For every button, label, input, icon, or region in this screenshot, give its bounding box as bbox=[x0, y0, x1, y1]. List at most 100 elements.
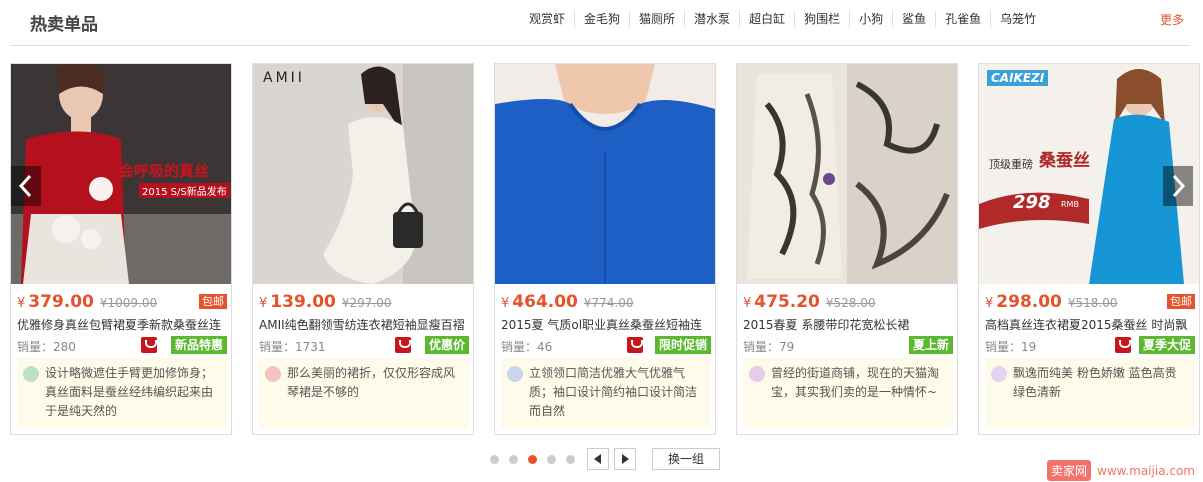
triangle-left-icon bbox=[594, 454, 601, 464]
image-headline: 桑蚕丝 bbox=[1039, 151, 1090, 171]
currency-symbol: ¥ bbox=[259, 296, 268, 311]
original-price: ¥774.00 bbox=[583, 296, 634, 310]
chevron-left-icon bbox=[18, 174, 32, 198]
user-icon bbox=[507, 366, 523, 382]
price-row: ¥139.00 ¥297.00 bbox=[259, 292, 469, 312]
watermark-logo: 卖家网 bbox=[1046, 460, 1091, 481]
tmall-icon bbox=[141, 337, 157, 353]
tag-link[interactable]: 观赏虾 bbox=[520, 11, 576, 27]
page-prev-button[interactable] bbox=[587, 448, 609, 470]
product-card[interactable]: CAIKEZI 顶级重磅 桑蚕丝 298 RMB ¥298.00 ¥518.00 … bbox=[978, 63, 1200, 435]
camel-icon bbox=[265, 366, 281, 382]
pager-dot-active[interactable] bbox=[528, 455, 537, 464]
sales-count: 销量：280 bbox=[17, 340, 76, 354]
carousel-next-button[interactable] bbox=[1163, 166, 1193, 206]
module-title: 热卖单品 bbox=[30, 15, 98, 35]
product-name[interactable]: 2015春夏 系腰带印花宽松长裙 bbox=[743, 316, 953, 333]
watermark: 卖家网 www.maijia.com bbox=[1046, 460, 1195, 481]
price-row: ¥379.00 ¥1009.00 包邮 bbox=[17, 292, 227, 312]
tag-link[interactable]: 狗围栏 bbox=[795, 11, 851, 27]
review-box: 立领领口简洁优雅大气优雅气质；袖口设计简约袖口设计简洁而自然 bbox=[501, 358, 711, 428]
product-image[interactable]: AMII bbox=[253, 64, 473, 284]
review-box: 设计略微遮住手臂更加修饰身；真丝面料是蚕丝经纬编织起来由于是纯天然的 bbox=[17, 358, 227, 428]
review-text: 立领领口简洁优雅大气优雅气质；袖口设计简约袖口设计简洁而自然 bbox=[529, 366, 698, 418]
product-card[interactable]: ¥464.00 ¥774.00 2015夏 气质ol职业真丝桑蚕丝短袖连 销量：4… bbox=[494, 63, 716, 435]
product-name[interactable]: 高档真丝连衣裙夏2015桑蚕丝 时尚飘 bbox=[985, 316, 1195, 333]
chevron-right-icon bbox=[1172, 174, 1186, 198]
product-name[interactable]: AMII纯色翻领雪纺连衣裙短袖显瘦百褶 bbox=[259, 316, 469, 333]
product-name[interactable]: 2015夏 气质ol职业真丝桑蚕丝短袖连 bbox=[501, 316, 711, 333]
image-headline: 会呼吸的真丝 bbox=[119, 162, 210, 180]
review-text: 设计略微遮住手臂更加修饰身；真丝面料是蚕丝经纬编织起来由于是纯天然的 bbox=[45, 366, 214, 418]
tag-link[interactable]: 超白缸 bbox=[740, 11, 796, 27]
price-row: ¥464.00 ¥774.00 bbox=[501, 292, 711, 312]
pager-dot[interactable] bbox=[509, 455, 518, 464]
product-image[interactable]: 会呼吸的真丝 2015 S/S新品发布 bbox=[11, 64, 231, 284]
currency-symbol: ¥ bbox=[17, 296, 26, 311]
current-price: 475.20 bbox=[754, 292, 820, 312]
promo-badge: 新品特惠 bbox=[170, 336, 227, 354]
current-price: 464.00 bbox=[512, 292, 578, 312]
tag-list: 观赏虾 金毛狗 猫厕所 潜水泵 超白缸 狗围栏 小狗 鲨鱼 孔雀鱼 乌笼竹 bbox=[520, 11, 1045, 27]
sales-row: 销量：280 新品特惠 bbox=[17, 336, 227, 354]
tag-link[interactable]: 金毛狗 bbox=[575, 11, 631, 27]
product-card[interactable]: ¥475.20 ¥528.00 2015春夏 系腰带印花宽松长裙 销量：79 夏上… bbox=[736, 63, 958, 435]
tag-link[interactable]: 小狗 bbox=[850, 11, 894, 27]
review-box: 曾经的街道商铺，现在的天猫淘宝，其实我们卖的是一种情怀~ bbox=[743, 358, 953, 428]
more-link[interactable]: 更多 bbox=[1160, 11, 1184, 28]
original-price: ¥528.00 bbox=[825, 296, 876, 310]
price-row: ¥298.00 ¥518.00 包邮 bbox=[985, 292, 1195, 312]
pager-dot[interactable] bbox=[490, 455, 499, 464]
price-row: ¥475.20 ¥528.00 bbox=[743, 292, 953, 312]
current-price: 139.00 bbox=[270, 292, 336, 312]
currency-symbol: ¥ bbox=[985, 296, 994, 311]
review-text: 飘逸而纯美 粉色娇嫩 蓝色高贵 绿色清新 bbox=[1013, 366, 1177, 399]
tmall-icon bbox=[1115, 337, 1131, 353]
watermark-url: www.maijia.com bbox=[1097, 463, 1195, 478]
image-subline: 2015 S/S新品发布 bbox=[139, 183, 230, 198]
free-shipping-badge: 包邮 bbox=[1167, 294, 1195, 309]
free-shipping-badge: 包邮 bbox=[199, 294, 227, 309]
sales-count: 销量：19 bbox=[985, 340, 1037, 354]
tag-link[interactable]: 孔雀鱼 bbox=[936, 11, 992, 27]
promo-badge: 限时促销 bbox=[654, 336, 711, 354]
original-price: ¥518.00 bbox=[1067, 296, 1118, 310]
tag-link[interactable]: 潜水泵 bbox=[685, 11, 741, 27]
sales-row: 销量：79 夏上新 bbox=[743, 336, 953, 354]
sales-count: 销量：1731 bbox=[259, 340, 326, 354]
sales-count: 销量：46 bbox=[501, 340, 553, 354]
product-card[interactable]: 会呼吸的真丝 2015 S/S新品发布 ¥379.00 ¥1009.00 包邮 优… bbox=[10, 63, 232, 435]
brand-logo: CAIKEZI bbox=[987, 70, 1049, 86]
pager-dot[interactable] bbox=[566, 455, 575, 464]
review-box: 那么美丽的裙折，仅仅形容成风琴裙是不够的 bbox=[259, 358, 469, 428]
sales-row: 销量：46 限时促销 bbox=[501, 336, 711, 354]
product-image[interactable] bbox=[737, 64, 957, 284]
product-image[interactable] bbox=[495, 64, 715, 284]
promo-badge: 夏季大促 bbox=[1138, 336, 1195, 354]
tag-link[interactable]: 乌笼竹 bbox=[991, 11, 1045, 27]
crown-icon bbox=[991, 366, 1007, 382]
pager-dots bbox=[490, 455, 585, 464]
sales-count: 销量：79 bbox=[743, 340, 795, 354]
pager-dot[interactable] bbox=[547, 455, 556, 464]
product-name[interactable]: 优雅修身真丝包臂裙夏季新款桑蚕丝连 bbox=[17, 316, 227, 333]
hot-products-module: 热卖单品 观赏虾 金毛狗 猫厕所 潜水泵 超白缸 狗围栏 小狗 鲨鱼 孔雀鱼 乌… bbox=[0, 0, 1203, 482]
current-price: 379.00 bbox=[28, 292, 94, 312]
tag-link[interactable]: 猫厕所 bbox=[630, 11, 686, 27]
tag-link[interactable]: 鲨鱼 bbox=[893, 11, 937, 27]
current-price: 298.00 bbox=[996, 292, 1062, 312]
brand-logo: AMII bbox=[263, 70, 305, 86]
swap-batch-button[interactable]: 换一组 bbox=[652, 448, 720, 470]
review-text: 曾经的街道商铺，现在的天猫淘宝，其实我们卖的是一种情怀~ bbox=[771, 366, 940, 399]
page-next-button[interactable] bbox=[614, 448, 636, 470]
product-card[interactable]: AMII ¥139.00 ¥297.00 AMII纯色翻领雪纺连衣裙短袖显瘦百褶 … bbox=[252, 63, 474, 435]
original-price: ¥1009.00 bbox=[99, 296, 158, 310]
carousel-prev-button[interactable] bbox=[11, 166, 41, 206]
review-box: 飘逸而纯美 粉色娇嫩 蓝色高贵 绿色清新 bbox=[985, 358, 1195, 428]
microphone-icon bbox=[749, 366, 765, 382]
promo-badge: 夏上新 bbox=[908, 336, 953, 354]
tmall-icon bbox=[627, 337, 643, 353]
tmall-icon bbox=[395, 337, 411, 353]
image-tagline: 顶级重磅 bbox=[989, 158, 1033, 171]
original-price: ¥297.00 bbox=[341, 296, 392, 310]
